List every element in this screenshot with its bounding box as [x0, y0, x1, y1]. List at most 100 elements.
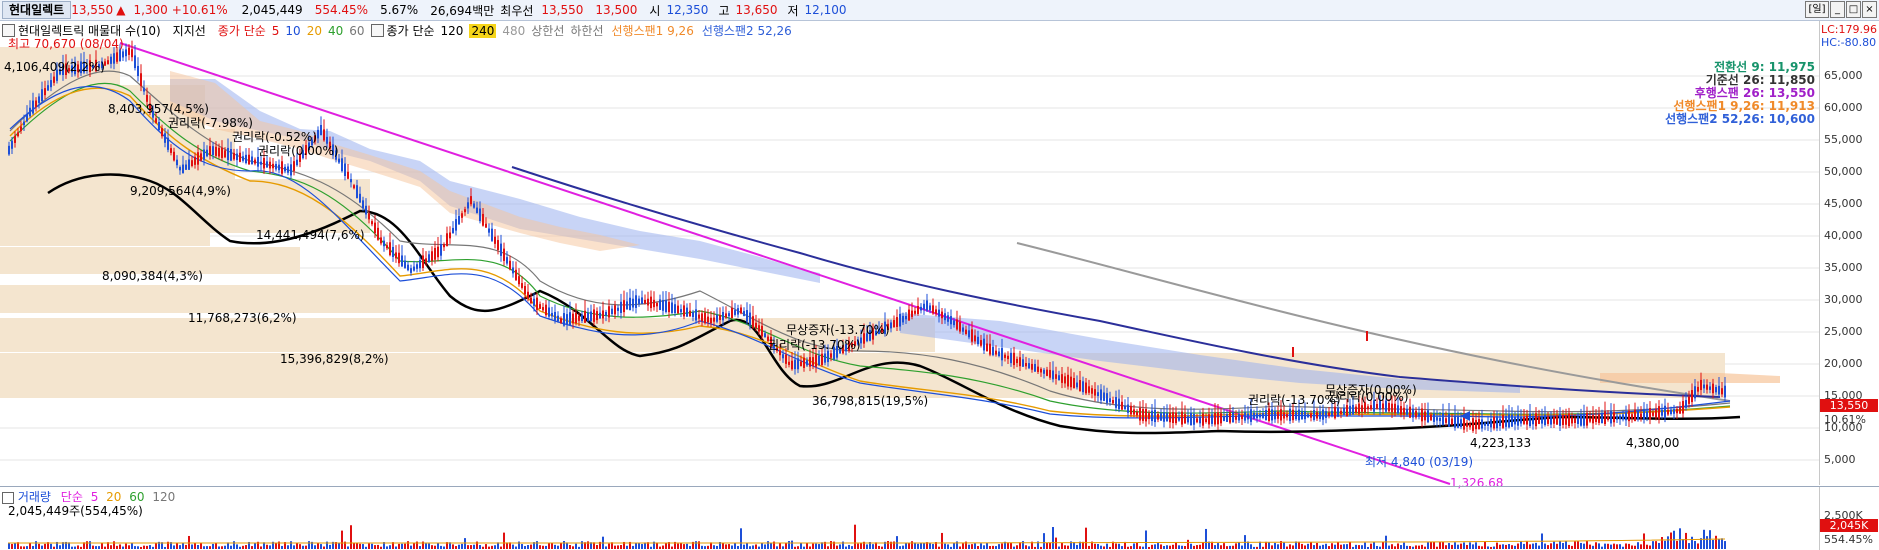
volume-bar	[404, 543, 406, 549]
volume-axis[interactable]: 2,500K 2,045K 554.45%	[1819, 487, 1879, 550]
candle-body	[1715, 387, 1717, 393]
volume-bar	[371, 543, 373, 549]
volume-bar	[479, 545, 481, 549]
candle-body	[1532, 416, 1534, 425]
volume-bar	[1472, 544, 1474, 549]
candle-body	[734, 310, 736, 315]
volume-ma-120[interactable]: 120	[152, 490, 175, 504]
ma-period-60[interactable]: 60	[349, 24, 364, 38]
ma2-checkbox[interactable]	[370, 24, 384, 37]
volume-bar	[1640, 544, 1642, 549]
volume-bar	[800, 542, 802, 549]
ma-period-240[interactable]: 240	[469, 23, 497, 38]
candle-body	[1307, 414, 1309, 418]
volume-bar	[356, 542, 358, 549]
candle-body	[980, 340, 982, 346]
candle-body	[476, 207, 478, 214]
candle-body	[410, 268, 412, 273]
price-plot[interactable]	[0, 21, 1819, 485]
candle-body	[680, 309, 682, 313]
candle-body	[53, 76, 55, 83]
ma-period-480[interactable]: 480	[502, 24, 525, 38]
candle-body	[1520, 417, 1522, 424]
candle-body	[1190, 412, 1192, 426]
price-axis[interactable]: LC:179.96 HC:-80.80 65,000 60,000 55,000…	[1819, 21, 1879, 485]
minimize-icon[interactable]: _	[1830, 1, 1845, 18]
candle-body	[1406, 409, 1408, 415]
price-chart-panel[interactable]: 현대일렉트릭 매물대 수(10) 지지선 종가 단순 5 10 20 40 60…	[0, 21, 1879, 490]
y-tick-20000: 20,000	[1824, 357, 1863, 370]
volume-bar	[854, 524, 856, 549]
volume-bar	[329, 544, 331, 549]
volume-bar	[1238, 542, 1240, 549]
stock-legend-label[interactable]: 현대일렉트릭 매물대 수(10)	[18, 22, 161, 39]
high-label: 고	[718, 3, 730, 18]
volume-bar	[1664, 540, 1666, 549]
ma2-label[interactable]: 종가 단순	[387, 22, 435, 39]
close-icon[interactable]: ×	[1862, 1, 1877, 18]
volume-plot[interactable]	[0, 487, 1819, 550]
candle-body	[533, 298, 535, 306]
candle-body	[425, 258, 427, 263]
candle-body	[485, 223, 487, 228]
volume-bar	[287, 545, 289, 549]
candle-body	[206, 149, 208, 157]
volume-ma-label[interactable]: 단순	[61, 490, 83, 504]
volume-bar	[1361, 545, 1363, 549]
quote-bar: 현대일렉트 13,550 ▲ 1,300 +10.61% 2,045,449 5…	[0, 0, 1879, 21]
candle-body	[1184, 414, 1186, 424]
span2-label[interactable]: 선행스팬2 52,26	[702, 22, 792, 39]
candle-body	[1586, 412, 1588, 426]
candle-body	[512, 267, 514, 274]
candle-body	[1718, 385, 1720, 395]
candle-body	[899, 313, 901, 327]
maximize-icon[interactable]: □	[1846, 1, 1861, 18]
candle-body	[686, 307, 688, 317]
candle-body	[1427, 410, 1429, 423]
volume-label[interactable]: 거래량	[18, 490, 51, 504]
candle-body	[470, 196, 472, 205]
volume-bar	[1448, 543, 1450, 549]
candle-body	[494, 236, 496, 244]
ma-label[interactable]: 종가 단순	[218, 22, 266, 39]
volume-ma-20[interactable]: 20	[106, 490, 121, 504]
upper-band-label[interactable]: 상한선	[531, 22, 564, 39]
candle-body	[1115, 397, 1117, 408]
volume-bar	[1439, 541, 1441, 549]
volume-tag: 2,045K	[1820, 519, 1878, 532]
volume-bar	[683, 544, 685, 549]
volume-bar	[1688, 543, 1690, 549]
volume-ma-5[interactable]: 5	[91, 490, 99, 504]
candle-body	[962, 327, 964, 332]
ma-period-120[interactable]: 120	[441, 24, 464, 38]
candle-body	[1331, 410, 1333, 417]
volume-bar	[266, 544, 268, 549]
volume-bar	[1007, 542, 1009, 549]
volume-panel[interactable]: 거래량 단순 5 20 60 120 2,045,449주(554,45%) 2…	[0, 486, 1879, 550]
candle-body	[725, 313, 727, 318]
lower-band-label[interactable]: 하한선	[570, 22, 603, 39]
candle-body	[1262, 413, 1264, 418]
stock-name-box[interactable]: 현대일렉트	[2, 1, 72, 19]
ma-period-5[interactable]: 5	[272, 24, 280, 38]
volume-checkbox[interactable]	[2, 491, 14, 504]
volume-bar	[215, 542, 217, 549]
candle-body	[356, 185, 358, 199]
day-period-button[interactable]: [일]	[1805, 1, 1829, 18]
ma-period-20[interactable]: 20	[307, 24, 322, 38]
candle-body	[1469, 423, 1471, 428]
volume-ma-line	[7, 538, 1726, 544]
candle-body	[107, 60, 109, 65]
volume-bar	[1460, 543, 1462, 549]
volume-bar	[1115, 543, 1117, 549]
volume-bar	[1349, 541, 1351, 549]
volume-ma-60[interactable]: 60	[129, 490, 144, 504]
volume-bar	[1364, 542, 1366, 549]
settings-checkbox[interactable]	[2, 24, 15, 37]
support-line-label[interactable]: 지지선	[173, 22, 206, 39]
volume-bar	[101, 543, 103, 549]
ma-period-40[interactable]: 40	[328, 24, 343, 38]
ma-period-10[interactable]: 10	[285, 24, 300, 38]
span1-label[interactable]: 선행스팬1 9,26	[612, 22, 694, 39]
vp-band-3	[0, 129, 235, 179]
